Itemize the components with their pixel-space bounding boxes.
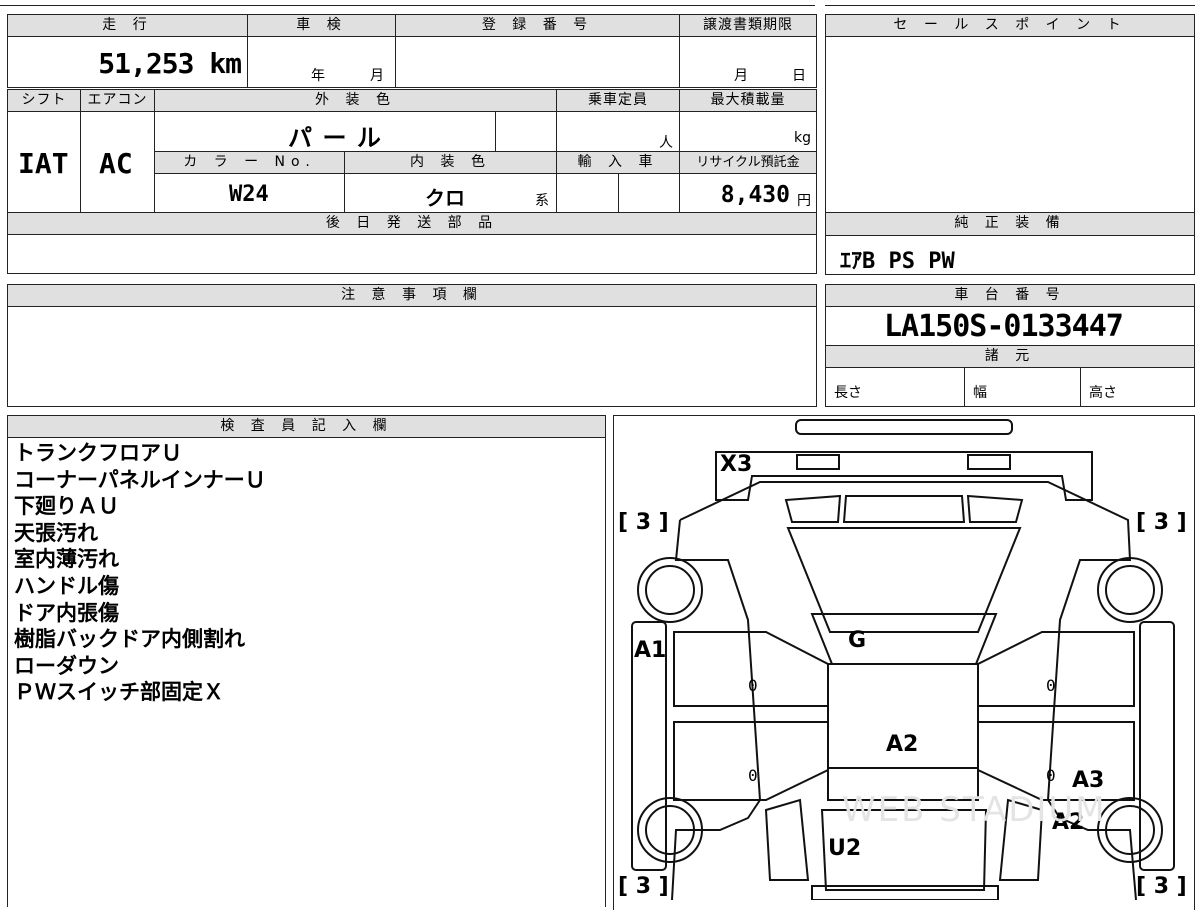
width-label: 幅 — [973, 385, 987, 401]
inspector-header: 検 査 員 記 入 欄 — [7, 415, 606, 438]
mark-rear: X3 — [720, 452, 753, 477]
transfer-month-label: 月 — [734, 68, 748, 84]
genuine-equipment-value: ｴｱB PS PW — [840, 249, 955, 274]
capacity-unit: 人 — [659, 135, 673, 151]
mark-tire-bl: [ 3 ] — [618, 874, 669, 899]
color-no-cell: W24 — [154, 173, 345, 213]
recycle-cell: 8,430 円 — [679, 173, 817, 213]
notes-cell — [7, 306, 817, 407]
inspector-note: 樹脂バックドア内側割れ — [14, 627, 245, 652]
mark-tire-br: [ 3 ] — [1136, 874, 1187, 899]
inspector-note: トランクフロアＵ — [14, 441, 182, 465]
height-cell: 高さ — [1080, 367, 1195, 407]
inspection-cell: 年 月 — [247, 36, 396, 88]
watermark: WEB STADIUM — [842, 790, 1107, 830]
genuine-equipment-cell: ｴｱB PS PW — [825, 235, 1195, 275]
max-load-unit: kg — [794, 130, 811, 146]
mark-glass: G — [848, 628, 867, 653]
ac-header: エアコン — [80, 89, 155, 112]
shift-cell: IAT — [7, 111, 81, 213]
inspector-note: ドア内張傷 — [14, 600, 119, 625]
length-cell: 長さ — [825, 367, 965, 407]
mark-hood: U2 — [828, 836, 862, 861]
capacity-cell: 人 — [556, 111, 680, 152]
transfer-day-label: 日 — [792, 68, 806, 84]
mark-tire-tr: [ 3 ] — [1136, 510, 1187, 535]
recycle-fee-value: 8,430 — [720, 182, 790, 208]
color-no-value: W24 — [229, 182, 269, 207]
parts-cell — [7, 234, 817, 274]
specs-header: 諸 元 — [825, 345, 1195, 368]
inspector-note: ローダウン — [14, 653, 119, 678]
inspector-note: ＰＷスイッチ部固定Ｘ — [14, 680, 224, 705]
mark-door-zero: 0 — [748, 676, 758, 695]
exterior-color-cell: パ ー ル — [154, 111, 496, 152]
transfer-deadline-header: 譲渡書類期限 — [679, 14, 817, 37]
inspector-notes-list: トランクフロアＵ コーナーパネルインナーＵ 下廻りＡＵ 天張汚れ 室内薄汚れ ハ… — [14, 440, 266, 706]
notes-header: 注 意 事 項 欄 — [7, 284, 817, 307]
car-diagram-box — [613, 415, 1195, 910]
inspection-header: 車 検 — [247, 14, 396, 37]
sales-point-cell — [825, 36, 1195, 213]
inspector-note: 天張汚れ — [14, 520, 98, 545]
import-cell-right — [618, 173, 680, 213]
inspector-note: 下廻りＡＵ — [14, 494, 119, 519]
inspector-note: コーナーパネルインナーＵ — [14, 467, 266, 492]
interior-color-cell: クロ 系 — [344, 173, 557, 213]
exterior-color-header: 外 装 色 — [154, 89, 557, 112]
ac-value: AC — [99, 147, 133, 180]
inspector-note: ハンドル傷 — [14, 573, 119, 598]
inspection-month-label: 月 — [370, 68, 384, 84]
inspector-notes-box: トランクフロアＵ コーナーパネルインナーＵ 下廻りＡＵ 天張汚れ 室内薄汚れ ハ… — [7, 437, 606, 907]
registration-header: 登 録 番 号 — [395, 14, 680, 37]
mileage-value: 51,253 km — [98, 47, 242, 80]
mileage-header: 走 行 — [7, 14, 248, 37]
ac-cell: AC — [80, 111, 155, 213]
capacity-header: 乗車定員 — [556, 89, 680, 112]
parts-header: 後 日 発 送 部 品 — [7, 212, 817, 235]
chassis-header: 車 台 番 号 — [825, 284, 1195, 307]
genuine-equipment-header: 純 正 装 備 — [825, 212, 1195, 236]
registration-cell — [395, 36, 680, 88]
max-load-header: 最大積載量 — [679, 89, 817, 112]
chassis-number-value: LA150S-0133447 — [884, 309, 1124, 344]
mark-door-zero: 0 — [748, 766, 758, 785]
import-cell-left — [556, 173, 619, 213]
interior-color-value: クロ — [425, 186, 465, 210]
mark-door-zero: 0 — [1046, 676, 1056, 695]
interior-color-suffix: 系 — [535, 193, 549, 209]
width-cell: 幅 — [964, 367, 1081, 407]
side-top-strip — [825, 0, 1195, 6]
chassis-cell: LA150S-0133447 — [825, 306, 1195, 346]
top-strip — [0, 0, 815, 6]
mark-door-zero: 0 — [1046, 766, 1056, 785]
transfer-deadline-cell: 月 日 — [679, 36, 817, 88]
shift-header: シフト — [7, 89, 81, 112]
height-label: 高さ — [1089, 385, 1117, 401]
import-header: 輸 入 車 — [556, 151, 680, 174]
mileage-cell: 51,253 km — [7, 36, 248, 88]
sales-point-header: セ ー ル ス ポ イ ン ト — [825, 14, 1195, 37]
color-no-header: カ ラ ー No. — [154, 151, 345, 174]
interior-color-header: 内 装 色 — [344, 151, 557, 174]
mark-tire-tl: [ 3 ] — [618, 510, 669, 535]
exterior-color-value: パ ー ル — [288, 124, 381, 152]
mark-left-side: A1 — [634, 638, 667, 663]
max-load-cell: kg — [679, 111, 817, 152]
shift-value: IAT — [18, 147, 69, 180]
inspection-year-label: 年 — [311, 68, 325, 84]
exterior-color-extra-cell — [495, 111, 557, 152]
recycle-header: リサイクル預託金 — [679, 151, 817, 174]
inspector-note: 室内薄汚れ — [14, 547, 119, 572]
mark-roof: A2 — [886, 732, 919, 757]
length-label: 長さ — [834, 385, 862, 401]
recycle-fee-unit: 円 — [797, 193, 811, 209]
